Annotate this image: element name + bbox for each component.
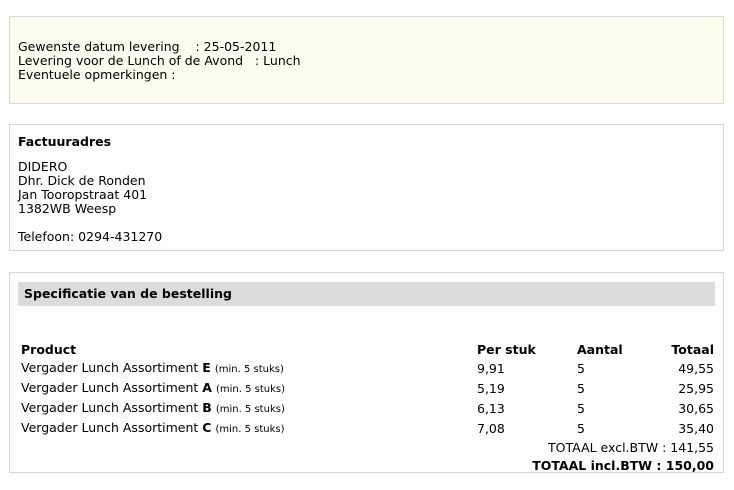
product-min: (min. 5 stuks) [215, 384, 285, 395]
delivery-date: Gewenste datum levering : 25-05-2011 [18, 39, 277, 54]
product-name: Vergader Lunch Assortiment [21, 420, 199, 435]
table-row: Vergader Lunch Assortiment A (min. 5 stu… [19, 379, 716, 399]
product-name: Vergader Lunch Assortiment [21, 360, 199, 375]
qty-cell: 5 [577, 401, 585, 416]
total-cell: 35,40 [678, 421, 714, 436]
product-cell: Vergader Lunch Assortiment A (min. 5 stu… [19, 379, 475, 399]
total-cell: 30,65 [678, 401, 714, 416]
total-cell: 49,55 [678, 361, 714, 376]
total-incl-row: TOTAAL incl.BTW : 150,00 [19, 457, 716, 475]
invoice-city: 1382WB Weesp [18, 201, 117, 216]
delivery-time: Levering voor de Lunch of de Avond : Lun… [18, 53, 301, 68]
invoice-phone: Telefoon: 0294-431270 [18, 229, 163, 244]
product-cell: Vergader Lunch Assortiment B (min. 5 stu… [19, 399, 475, 419]
total-incl-vat: TOTAAL incl.BTW : 150,00 [532, 458, 714, 473]
product-name: Vergader Lunch Assortiment [21, 380, 199, 395]
qty-cell: 5 [577, 361, 585, 376]
price-cell: 6,13 [477, 401, 505, 416]
table-row: Vergader Lunch Assortiment B (min. 5 stu… [19, 399, 716, 419]
product-letter: B [202, 400, 212, 415]
total-excl-vat: TOTAAL excl.BTW : 141,55 [548, 440, 714, 455]
order-spec-panel: Specificatie van de bestelling Product P… [9, 272, 724, 473]
product-min: (min. 5 stuks) [214, 364, 284, 375]
total-excl-row: TOTAAL excl.BTW : 141,55 [19, 439, 716, 457]
delivery-info-panel: Gewenste datum levering : 25-05-2011 Lev… [9, 16, 724, 104]
product-letter: E [202, 360, 211, 375]
total-cell: 25,95 [678, 381, 714, 396]
invoice-street: Jan Tooropstraat 401 [18, 187, 148, 202]
invoice-title: Factuuradres [18, 134, 112, 149]
product-min: (min. 5 stuks) [215, 404, 285, 415]
order-table: Product Per stuk Aantal Totaal Vergader … [19, 341, 716, 475]
delivery-remarks: Eventuele opmerkingen : [18, 67, 176, 82]
price-cell: 7,08 [477, 421, 505, 436]
table-row: Vergader Lunch Assortiment C (min. 5 stu… [19, 419, 716, 439]
product-name: Vergader Lunch Assortiment [21, 400, 199, 415]
product-cell: Vergader Lunch Assortiment E (min. 5 stu… [19, 359, 475, 379]
header-price: Per stuk [477, 342, 536, 357]
invoice-company: DIDERO [18, 159, 68, 174]
price-cell: 5,19 [477, 381, 505, 396]
spec-title: Specificatie van de bestelling [18, 282, 715, 306]
qty-cell: 5 [577, 421, 585, 436]
header-total: Totaal [671, 342, 714, 357]
invoice-contact: Dhr. Dick de Ronden [18, 173, 146, 188]
header-qty: Aantal [577, 342, 623, 357]
product-letter: A [202, 380, 212, 395]
table-header-row: Product Per stuk Aantal Totaal [19, 341, 716, 359]
product-letter: C [202, 420, 212, 435]
product-min: (min. 5 stuks) [215, 424, 285, 435]
table-row: Vergader Lunch Assortiment E (min. 5 stu… [19, 359, 716, 379]
invoice-address-panel: Factuuradres DIDERO Dhr. Dick de Ronden … [9, 124, 724, 251]
qty-cell: 5 [577, 381, 585, 396]
product-cell: Vergader Lunch Assortiment C (min. 5 stu… [19, 419, 475, 439]
header-product: Product [21, 342, 77, 357]
price-cell: 9,91 [477, 361, 505, 376]
